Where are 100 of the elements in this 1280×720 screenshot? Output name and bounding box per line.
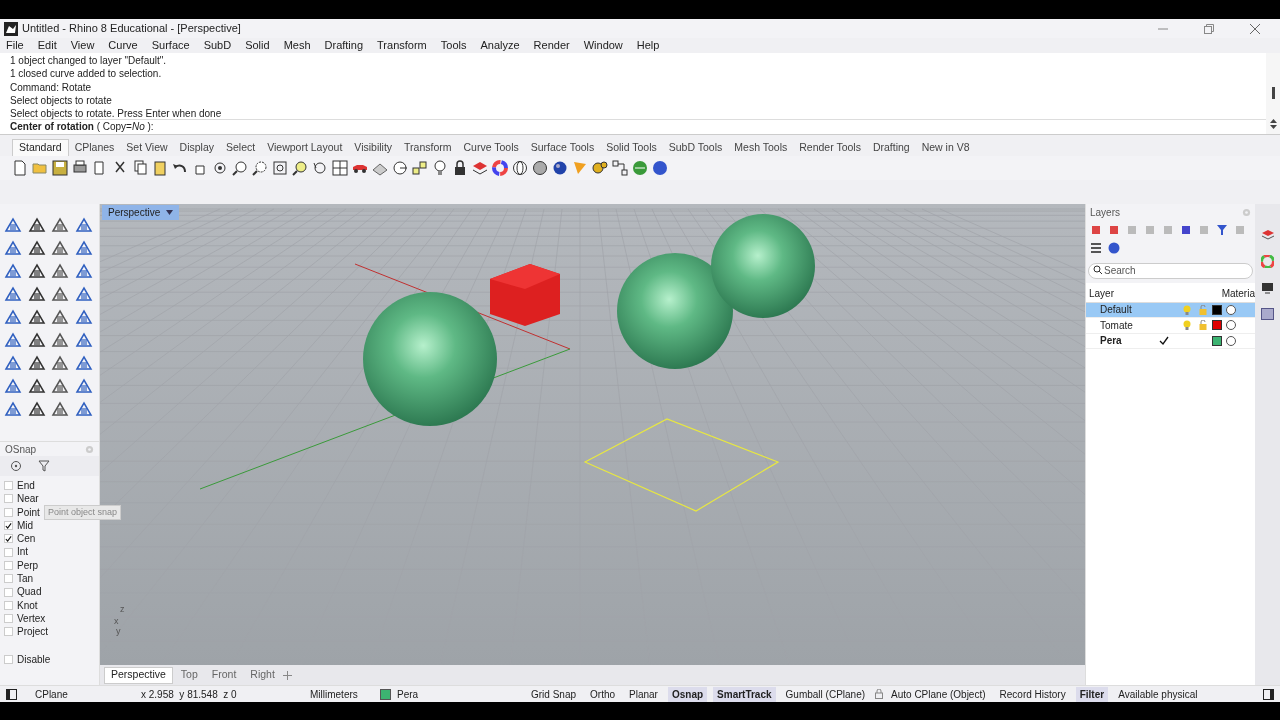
menu-item[interactable]: Window [583, 37, 623, 54]
command-prompt[interactable]: Center of rotation ( Copy=No ): [10, 119, 1266, 133]
close-icon[interactable] [1250, 23, 1260, 34]
toolbar-tab[interactable]: Curve Tools [457, 139, 525, 156]
status-toggle[interactable]: Osnap [667, 686, 708, 702]
viewport-title-tab[interactable]: Perspective [102, 205, 180, 220]
viewport-tab[interactable]: Perspective [104, 666, 173, 684]
add-icon[interactable] [282, 670, 292, 680]
checkbox[interactable] [4, 560, 13, 570]
units-label[interactable]: Millimeters [310, 686, 380, 702]
zoom-extents-icon[interactable] [272, 160, 288, 176]
status-toggle[interactable]: Auto CPlane (Object) [887, 686, 990, 702]
toolbar-tab[interactable]: Mesh Tools [728, 139, 794, 156]
light-bulb-icon[interactable] [1183, 320, 1191, 331]
menu-item[interactable]: Edit [37, 37, 57, 54]
checkbox[interactable] [4, 534, 13, 544]
filter-icon[interactable] [1216, 224, 1228, 236]
search-field[interactable]: Search [1088, 262, 1253, 279]
menu-icon[interactable] [1090, 242, 1102, 254]
toolbar-tab[interactable]: Drafting [866, 139, 916, 156]
panel-toggle-icon[interactable] [6, 688, 17, 700]
menu-item[interactable]: Help [636, 37, 660, 54]
color-swatch[interactable] [1212, 304, 1222, 315]
status-toggle[interactable]: Ortho [586, 686, 620, 702]
toolbar-tab[interactable]: Surface Tools [524, 139, 601, 156]
menu-item[interactable]: Solid [245, 37, 270, 54]
panel-toggle-icon[interactable] [1263, 688, 1274, 700]
viewport-tab[interactable]: Right [244, 666, 281, 684]
status-toggle[interactable]: Gumball (CPlane) [781, 686, 870, 702]
status-toggle[interactable]: SmartTrack [713, 686, 776, 702]
save-icon[interactable] [52, 160, 68, 176]
status-toggle[interactable]: Filter [1075, 686, 1109, 702]
toolbar-tab[interactable]: Standard [12, 139, 69, 156]
padlock-icon[interactable] [452, 160, 468, 176]
checkbox[interactable] [4, 627, 13, 637]
status-toggle[interactable]: Grid Snap [527, 686, 581, 702]
viewport-tab[interactable]: Front [205, 666, 243, 684]
color-wheel-icon[interactable] [1261, 255, 1274, 268]
checkbox[interactable] [4, 600, 13, 610]
checkbox[interactable] [4, 614, 13, 624]
toolbar-tab[interactable]: New in V8 [915, 139, 976, 156]
status-toggle[interactable]: Available physical [1114, 686, 1202, 702]
scrollbar-thumb[interactable] [1271, 87, 1275, 99]
cplane-label[interactable]: CPlane [35, 686, 141, 702]
status-toggle[interactable]: Planar [625, 686, 662, 702]
toolbar-tab[interactable]: Visibility [348, 139, 399, 156]
copy-icon[interactable] [132, 160, 148, 176]
status-toggle[interactable]: Record History [995, 686, 1070, 702]
checkbox[interactable] [4, 654, 13, 664]
clipboard-icon[interactable] [152, 160, 168, 176]
checkbox[interactable] [4, 547, 13, 557]
toolbar-tab[interactable]: Viewport Layout [261, 139, 349, 156]
cplane-icon[interactable] [392, 160, 408, 176]
toolbar-tab[interactable]: CPlanes [68, 139, 121, 156]
zoom-icon[interactable] [232, 160, 248, 176]
color-swatch[interactable] [1212, 320, 1222, 331]
new-file-icon[interactable] [12, 160, 28, 176]
zoom-window-icon[interactable] [252, 160, 268, 176]
menu-item[interactable]: View [70, 37, 95, 54]
toolbar-tab[interactable]: Set View [120, 139, 174, 156]
restore-icon[interactable] [1204, 23, 1214, 34]
sphere-wire-icon[interactable] [512, 160, 528, 176]
color-wheel-icon[interactable] [492, 160, 508, 176]
sphere-rendered-icon[interactable] [552, 160, 568, 176]
menu-item[interactable]: Render [533, 37, 570, 54]
toolbar-tab[interactable]: Render Tools [793, 139, 867, 156]
menu-item[interactable]: Transform [377, 37, 427, 54]
menu-item[interactable]: Mesh [283, 37, 311, 54]
layer-row[interactable]: Pera [1086, 333, 1255, 349]
sphere-shaded-icon[interactable] [532, 160, 548, 176]
viewport-tab[interactable]: Top [174, 666, 204, 684]
filter-icon[interactable] [38, 460, 50, 472]
checkbox[interactable] [4, 481, 13, 491]
shapes-icon[interactable] [412, 160, 428, 176]
toolbar-tab[interactable]: SubD Tools [662, 139, 729, 156]
layers-icon[interactable] [1260, 229, 1275, 241]
light-bulb-icon[interactable] [432, 160, 448, 176]
checkbox[interactable] [4, 587, 13, 597]
checkbox[interactable] [4, 494, 13, 504]
color-swatch[interactable] [1212, 335, 1222, 346]
checkbox[interactable] [4, 507, 13, 517]
toolbar-tab[interactable]: Display [173, 139, 220, 156]
rotate-view-icon[interactable] [212, 160, 228, 176]
menu-item[interactable]: Surface [151, 37, 190, 54]
zoom-selected-icon[interactable] [292, 160, 308, 176]
diagram-icon[interactable] [612, 160, 628, 176]
toolbar-tab[interactable]: Solid Tools [600, 139, 663, 156]
menu-item[interactable]: File [6, 37, 24, 54]
menu-item[interactable]: Analyze [480, 37, 520, 54]
layers-icon[interactable] [472, 160, 488, 176]
color-swatch[interactable] [380, 688, 391, 700]
viewport-grid-icon[interactable] [332, 160, 348, 176]
menu-item[interactable]: SubD [203, 37, 232, 54]
target-icon[interactable] [10, 460, 22, 472]
gears-icon[interactable] [592, 160, 608, 176]
menu-item[interactable]: Tools [440, 37, 467, 54]
checkbox[interactable] [4, 521, 13, 531]
toolbar-tab[interactable]: Select [220, 139, 262, 156]
current-layer[interactable]: Pera [397, 686, 527, 702]
menu-item[interactable]: Curve [108, 37, 138, 54]
